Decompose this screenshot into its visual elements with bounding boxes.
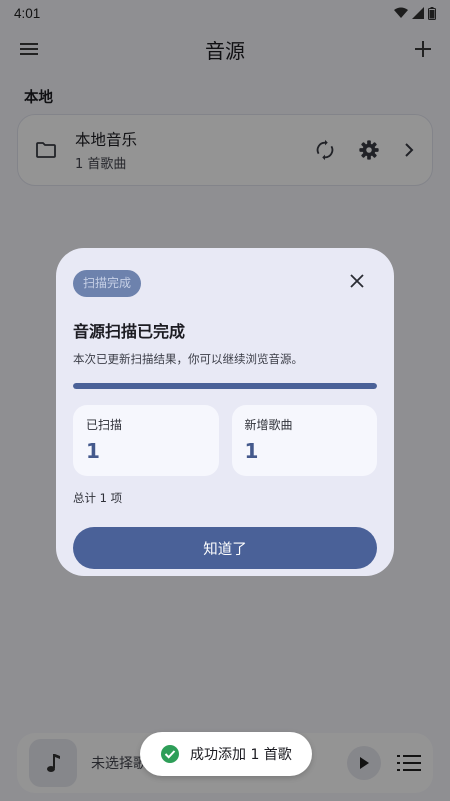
add-icon — [415, 41, 431, 57]
ok-button[interactable]: 知道了 — [73, 527, 377, 569]
check-circle-icon — [161, 745, 179, 763]
dialog-subtitle: 本次已更新扫描结果，你可以继续浏览音源。 — [73, 352, 303, 366]
scan-stats: 已扫描 1 新增歌曲 1 — [73, 405, 377, 476]
stat-new-songs: 新增歌曲 1 — [231, 405, 377, 476]
stat-label: 新增歌曲 — [244, 418, 293, 432]
total-count: 总计 1 项 — [73, 491, 123, 505]
stat-scanned: 已扫描 1 — [73, 405, 219, 476]
dialog-title: 音源扫描已完成 — [73, 322, 186, 341]
scan-progress-fill — [73, 383, 377, 389]
close-icon[interactable] — [348, 272, 366, 290]
menu-icon — [20, 43, 38, 55]
menu-button[interactable] — [16, 36, 42, 62]
stat-value: 1 — [86, 439, 100, 463]
add-source-button[interactable] — [410, 36, 436, 62]
stat-value: 1 — [244, 439, 259, 463]
success-toast: 成功添加 1 首歌 — [140, 732, 312, 776]
stat-label: 已扫描 — [86, 418, 123, 432]
status-chip: 扫描完成 — [73, 270, 142, 297]
scan-progress-bar — [73, 383, 377, 389]
scan-complete-dialog: 扫描完成 音源扫描已完成 本次已更新扫描结果，你可以继续浏览音源。 已扫描 1 … — [56, 248, 394, 576]
toast-message: 成功添加 1 首歌 — [190, 747, 292, 763]
